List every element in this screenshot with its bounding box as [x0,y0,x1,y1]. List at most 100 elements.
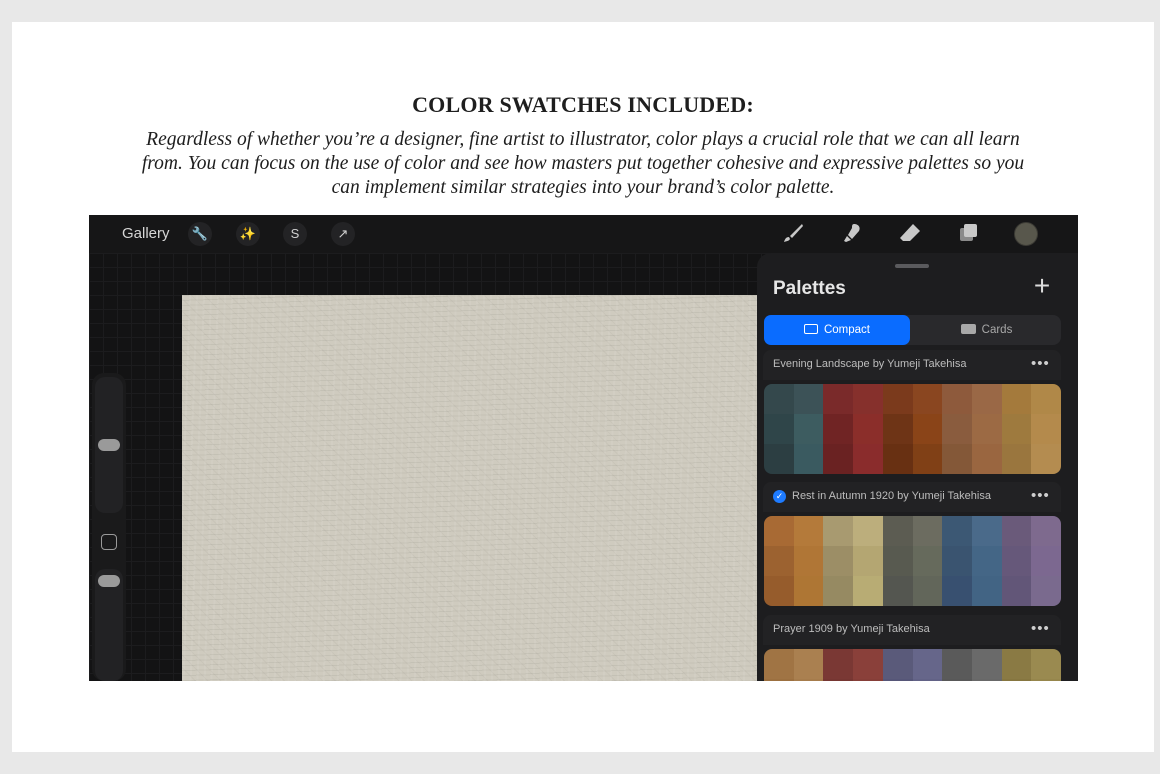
color-swatch[interactable] [912,576,943,606]
color-swatch[interactable] [853,444,883,474]
color-swatch[interactable] [853,414,883,444]
color-swatch[interactable] [793,649,824,679]
color-swatch[interactable] [1001,516,1032,546]
color-swatch[interactable] [942,414,972,444]
color-swatch[interactable] [823,576,854,606]
color-swatch[interactable] [882,576,913,606]
color-swatch[interactable] [1001,414,1032,444]
color-swatch[interactable] [971,679,1002,681]
color-swatch[interactable] [823,384,854,414]
add-palette-button[interactable]: + [1027,272,1057,302]
color-swatch[interactable] [1031,516,1061,546]
color-swatch[interactable] [793,414,824,444]
smudge-icon[interactable] [838,221,866,247]
color-swatch[interactable] [882,679,913,681]
color-swatch[interactable] [882,516,913,546]
color-swatch[interactable] [882,546,913,576]
color-swatch[interactable] [764,649,794,679]
color-swatch[interactable] [793,516,824,546]
more-options-icon[interactable]: ••• [1031,620,1050,637]
gallery-button[interactable]: Gallery [122,225,170,242]
brush-size-knob[interactable] [98,439,120,451]
more-options-icon[interactable]: ••• [1031,355,1050,372]
color-swatch[interactable] [823,414,854,444]
color-swatch[interactable] [1031,546,1061,576]
tab-cards[interactable]: Cards [912,315,1061,345]
color-swatch[interactable] [942,516,972,546]
color-swatch[interactable] [793,546,824,576]
color-swatch[interactable] [971,516,1002,546]
color-swatch[interactable] [912,679,943,681]
color-swatch[interactable] [971,576,1002,606]
color-swatch[interactable] [942,444,972,474]
color-swatch[interactable] [912,414,943,444]
brush-size-slider[interactable] [95,377,123,513]
color-swatch[interactable] [912,516,943,546]
color-swatch[interactable] [793,576,824,606]
layers-icon[interactable] [954,221,982,247]
opacity-slider[interactable] [95,569,123,681]
color-swatch[interactable] [942,576,972,606]
color-swatch[interactable] [764,384,794,414]
color-swatch[interactable] [853,576,883,606]
color-swatch[interactable] [1001,576,1032,606]
color-swatch[interactable] [1001,679,1032,681]
color-swatch[interactable] [942,384,972,414]
color-swatch[interactable] [971,546,1002,576]
color-swatch[interactable] [942,649,972,679]
color-swatch[interactable] [882,414,913,444]
more-options-icon[interactable]: ••• [1031,487,1050,504]
color-swatch[interactable] [853,516,883,546]
wrench-icon[interactable]: 🔧 [188,222,212,246]
color-swatch[interactable] [912,546,943,576]
color-swatch[interactable] [942,546,972,576]
color-swatch[interactable] [942,679,972,681]
color-swatch[interactable] [764,516,794,546]
color-swatch[interactable] [823,444,854,474]
color-swatch[interactable] [764,444,794,474]
color-swatch[interactable] [971,384,1002,414]
color-swatch[interactable] [1031,444,1061,474]
color-swatch[interactable] [793,679,824,681]
color-swatch[interactable] [1031,576,1061,606]
color-swatch[interactable] [793,444,824,474]
color-swatch[interactable] [823,546,854,576]
color-swatch[interactable] [971,414,1002,444]
color-swatch[interactable] [853,649,883,679]
color-picker-button[interactable] [1014,222,1038,246]
color-swatch[interactable] [882,384,913,414]
color-swatch[interactable] [764,546,794,576]
color-swatch[interactable] [793,384,824,414]
color-swatch[interactable] [823,679,854,681]
color-swatch[interactable] [912,444,943,474]
color-swatch[interactable] [764,414,794,444]
color-swatch[interactable] [823,516,854,546]
brush-icon[interactable] [779,221,807,247]
modify-button[interactable] [101,534,117,550]
color-swatch[interactable] [882,649,913,679]
color-swatch[interactable] [764,576,794,606]
color-swatch[interactable] [853,384,883,414]
canvas-paper[interactable] [182,295,758,681]
panel-grabber[interactable] [895,264,929,268]
color-swatch[interactable] [912,384,943,414]
color-swatch[interactable] [1031,649,1061,679]
color-swatch[interactable] [1031,414,1061,444]
color-swatch[interactable] [1031,384,1061,414]
color-swatch[interactable] [971,444,1002,474]
color-swatch[interactable] [823,649,854,679]
color-swatch[interactable] [764,679,794,681]
opacity-knob[interactable] [98,575,120,587]
transform-arrow-icon[interactable]: ↗ [331,222,355,246]
tab-compact[interactable]: Compact [764,315,910,345]
color-swatch[interactable] [882,444,913,474]
color-swatch[interactable] [853,679,883,681]
eraser-icon[interactable] [896,221,924,247]
color-swatch[interactable] [1001,649,1032,679]
color-swatch[interactable] [853,546,883,576]
color-swatch[interactable] [1001,384,1032,414]
color-swatch[interactable] [971,649,1002,679]
color-swatch[interactable] [912,649,943,679]
selection-icon[interactable]: S [283,222,307,246]
color-swatch[interactable] [1001,546,1032,576]
